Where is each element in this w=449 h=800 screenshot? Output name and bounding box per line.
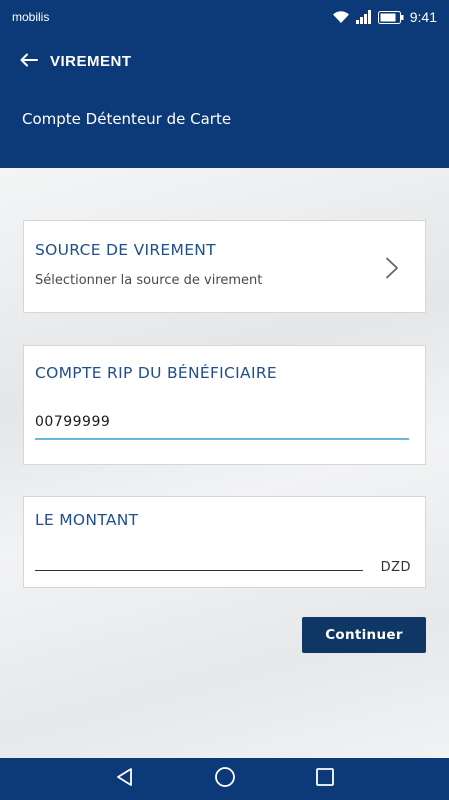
rip-title: COMPTE RIP DU BÉNÉFICIAIRE: [35, 364, 277, 382]
amount-card: LE MONTANT DZD: [23, 496, 426, 588]
nav-recent-button[interactable]: [275, 758, 375, 800]
signal-icon: [355, 10, 372, 24]
page-subtitle: Compte Détenteur de Carte: [22, 110, 232, 128]
app-header: VIREMENT Compte Détenteur de Carte: [0, 34, 449, 168]
nav-back-button[interactable]: [75, 758, 175, 800]
wifi-icon: [332, 10, 350, 24]
carrier-name: mobilis: [12, 10, 50, 24]
nav-home-button[interactable]: [175, 758, 275, 800]
triangle-back-icon: [115, 767, 135, 791]
clock: 9:41: [409, 9, 437, 25]
rip-card: COMPTE RIP DU BÉNÉFICIAIRE 00799999: [23, 345, 426, 465]
arrow-left-icon[interactable]: [20, 52, 38, 71]
continue-button[interactable]: Continuer: [302, 617, 426, 653]
circle-home-icon: [214, 766, 236, 792]
amount-title: LE MONTANT: [35, 511, 139, 529]
amount-input[interactable]: [35, 547, 363, 567]
status-icons: 9:41: [332, 9, 437, 25]
status-bar: mobilis 9:41: [0, 0, 449, 34]
back-row: VIREMENT: [20, 52, 132, 71]
rip-input-underline: [35, 438, 409, 440]
source-title: SOURCE DE VIREMENT: [35, 241, 216, 259]
chevron-right-icon: [385, 257, 399, 283]
currency-label: DZD: [380, 560, 411, 575]
page-title: VIREMENT: [50, 53, 132, 70]
form-content: SOURCE DE VIREMENT Sélectionner la sourc…: [0, 168, 449, 758]
amount-input-underline: [35, 570, 363, 571]
source-description: Sélectionner la source de virement: [35, 273, 263, 288]
square-recent-icon: [315, 767, 335, 791]
rip-input[interactable]: 00799999: [35, 414, 110, 430]
battery-icon: [377, 10, 404, 24]
source-card[interactable]: SOURCE DE VIREMENT Sélectionner la sourc…: [23, 220, 426, 313]
system-nav-bar: [0, 758, 449, 800]
